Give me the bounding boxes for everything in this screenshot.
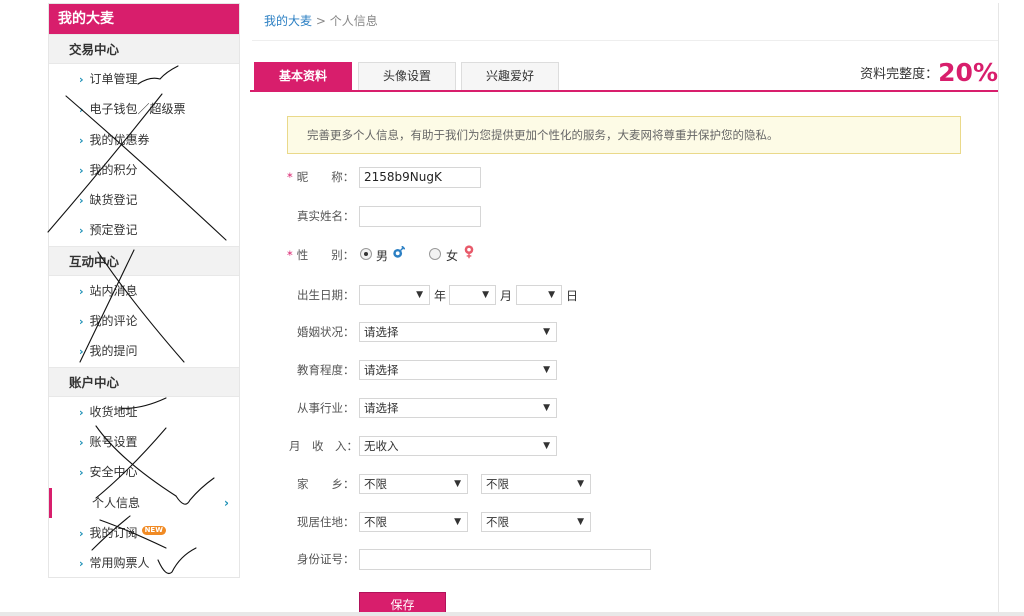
education-select[interactable]: 请选择 ▼ <box>359 360 557 380</box>
dropdown-arrow-icon: ▼ <box>454 517 461 527</box>
tab-basic-info[interactable]: 基本资料 <box>254 62 352 90</box>
sidebar-item-orders[interactable]: › 订单管理 <box>49 64 239 94</box>
chevron-right-icon: › <box>79 73 84 86</box>
sidebar-item-subscriptions[interactable]: › 我的订阅 NEW <box>49 518 239 548</box>
chevron-right-icon: › <box>79 163 84 177</box>
tab-bar: 基本资料 头像设置 兴趣爱好 资料完整度：20% <box>250 58 998 92</box>
chevron-right-icon: › <box>79 557 84 571</box>
realname-input[interactable] <box>359 206 481 227</box>
profile-completeness: 资料完整度：20% <box>860 58 998 87</box>
chevron-right-icon: › <box>79 103 84 117</box>
sidebar-group-interact: 互动中心 <box>49 245 239 276</box>
sidebar-item-stockout[interactable]: › 缺货登记 <box>49 185 239 215</box>
marital-select[interactable]: 请选择 ▼ <box>359 322 557 342</box>
sidebar-item-reviews[interactable]: › 我的评论 <box>49 306 239 336</box>
sidebar-item-preorder[interactable]: › 预定登记 <box>49 215 239 245</box>
bottom-edge <box>0 612 1024 616</box>
sidebar-item-personal-info[interactable]: 个人信息 › <box>49 487 239 518</box>
required-mark: * <box>287 248 293 262</box>
industry-select[interactable]: 请选择 ▼ <box>359 398 557 418</box>
birth-month-select[interactable]: ▼ <box>449 285 496 305</box>
chevron-right-icon: › <box>79 194 84 208</box>
dropdown-arrow-icon: ▼ <box>416 290 423 300</box>
gender-male-radio[interactable] <box>360 248 372 260</box>
sidebar: 我的大麦 交易中心 › 订单管理 › 电子钱包／超级票 › 我的优惠券 › 我的积分 ›… <box>48 3 240 578</box>
income-select[interactable]: 无收入 ▼ <box>359 436 557 456</box>
month-unit: 月 <box>500 289 513 303</box>
dropdown-arrow-icon: ▼ <box>543 365 550 375</box>
chevron-right-icon: › <box>79 345 84 359</box>
tab-avatar[interactable]: 头像设置 <box>358 62 456 90</box>
birth-day-select[interactable]: ▼ <box>516 285 562 305</box>
dropdown-arrow-icon: ▼ <box>543 327 550 337</box>
gender-female-label: 女 <box>446 249 459 263</box>
sidebar-item-points[interactable]: › 我的积分 <box>49 155 239 185</box>
sidebar-item-security[interactable]: › 安全中心 <box>49 457 239 487</box>
breadcrumb-separator: > <box>315 14 326 28</box>
birth-year-select[interactable]: ▼ <box>359 285 430 305</box>
dropdown-arrow-icon: ▼ <box>482 290 489 300</box>
new-badge: NEW <box>141 525 166 535</box>
chevron-right-icon: › <box>79 435 84 449</box>
chevron-right-icon: › <box>79 466 84 480</box>
tab-interests[interactable]: 兴趣爱好 <box>461 62 559 90</box>
breadcrumb-current: 个人信息 <box>329 14 378 28</box>
breadcrumb: 我的大麦 > 个人信息 <box>252 3 998 41</box>
chevron-right-icon: › <box>79 315 84 329</box>
dropdown-arrow-icon: ▼ <box>543 403 550 413</box>
dropdown-arrow-icon: ▼ <box>577 479 584 489</box>
breadcrumb-home-link[interactable]: 我的大麦 <box>264 14 312 28</box>
female-symbol-icon <box>464 245 474 259</box>
dropdown-arrow-icon: ▼ <box>548 290 555 300</box>
gender-label: * 性 别： <box>287 248 355 262</box>
nickname-input[interactable]: 2158b9NugK <box>359 167 481 188</box>
content-right-border <box>998 3 999 616</box>
chevron-right-icon: › <box>224 495 229 510</box>
residence-province-select[interactable]: 不限 ▼ <box>359 512 468 532</box>
day-unit: 日 <box>566 289 579 303</box>
sidebar-item-buyers[interactable]: › 常用购票人 <box>49 548 239 578</box>
idcard-input[interactable] <box>359 549 651 570</box>
gender-female-radio[interactable] <box>429 248 441 260</box>
dropdown-arrow-icon: ▼ <box>454 479 461 489</box>
dropdown-arrow-icon: ▼ <box>577 517 584 527</box>
sidebar-item-coupons[interactable]: › 我的优惠券 <box>49 125 239 155</box>
sidebar-item-address[interactable]: › 收货地址 <box>49 397 239 427</box>
sidebar-item-wallet[interactable]: › 电子钱包／超级票 <box>49 94 239 124</box>
sidebar-group-trade: 交易中心 <box>49 34 239 64</box>
sidebar-item-messages[interactable]: › 站内消息 <box>49 276 239 306</box>
hometown-city-select[interactable]: 不限 ▼ <box>481 474 591 494</box>
sidebar-title: 我的大麦 <box>49 4 239 34</box>
completeness-value: 20% <box>938 58 998 87</box>
sidebar-group-account: 账户中心 <box>49 366 239 397</box>
year-unit: 年 <box>434 289 447 303</box>
dropdown-arrow-icon: ▼ <box>543 441 550 451</box>
chevron-right-icon: › <box>79 284 84 298</box>
male-symbol-icon <box>393 245 406 258</box>
chevron-right-icon: › <box>79 526 84 540</box>
chevron-right-icon: › <box>79 133 84 147</box>
chevron-right-icon: › <box>79 224 84 238</box>
completeness-label: 资料完整度： <box>860 67 939 82</box>
sidebar-item-questions[interactable]: › 我的提问 <box>49 336 239 366</box>
gender-male-label: 男 <box>376 249 389 263</box>
sidebar-item-account-settings[interactable]: › 账号设置 <box>49 427 239 457</box>
residence-city-select[interactable]: 不限 ▼ <box>481 512 591 532</box>
chevron-right-icon: › <box>79 405 84 419</box>
privacy-notice: 完善更多个人信息，有助于我们为您提供更加个性化的服务，大麦网将尊重并保护您的隐私… <box>287 116 961 154</box>
required-mark: * <box>287 170 293 184</box>
hometown-province-select[interactable]: 不限 ▼ <box>359 474 468 494</box>
